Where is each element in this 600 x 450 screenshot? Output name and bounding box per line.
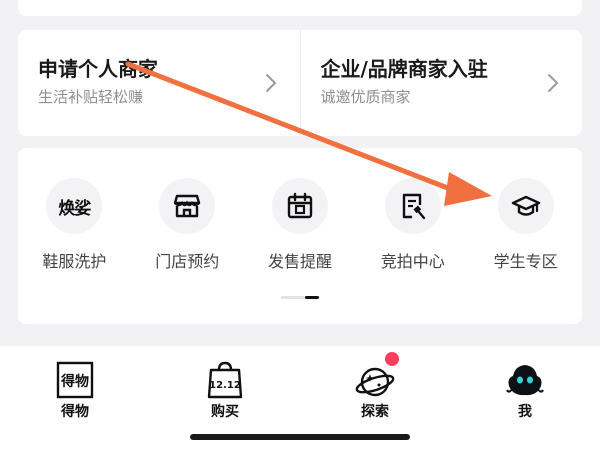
tab-buy[interactable]: 12.12 购买: [185, 360, 265, 421]
planet-icon: [355, 367, 395, 397]
notification-badge: [385, 352, 399, 366]
service-release-reminder[interactable]: 发售提醒: [244, 178, 357, 272]
service-student-zone[interactable]: 学生专区: [469, 178, 582, 272]
tab-label: 探索: [361, 404, 389, 420]
tab-me[interactable]: 我: [485, 360, 565, 421]
merchant-entry-card: 申请个人商家 生活补贴轻松赚 企业/品牌商家入驻 诚邀优质商家: [18, 30, 582, 136]
chevron-right-icon: [265, 74, 276, 92]
enterprise-merchant-subtitle: 诚邀优质商家: [320, 88, 411, 106]
graduation-cap-icon: [511, 195, 540, 216]
personal-merchant-subtitle: 生活补贴轻松赚: [38, 88, 144, 106]
huanxin-logo-text: 焕娑: [58, 198, 91, 219]
service-auction-center[interactable]: 竞拍中心: [356, 178, 469, 272]
huanxin-text-icon: 焕娑: [46, 178, 103, 234]
page-indicator: [281, 296, 319, 299]
avatar-icon: [506, 365, 544, 396]
promo-date-text: 12.12: [209, 380, 241, 391]
dewu-logo-text: 得物: [60, 373, 89, 390]
apply-personal-merchant[interactable]: 申请个人商家 生活补贴轻松赚: [18, 30, 300, 136]
service-label: 鞋服洗护: [42, 252, 107, 271]
service-shoe-care[interactable]: 焕娑 鞋服洗护: [18, 178, 131, 272]
page-indicator-active: [305, 296, 319, 299]
service-label: 竞拍中心: [380, 252, 445, 271]
storefront-icon: [173, 194, 201, 218]
personal-merchant-title: 申请个人商家: [38, 57, 158, 81]
tab-label: 得物: [61, 404, 89, 420]
auction-icon: [402, 193, 425, 220]
previous-card: [18, 0, 582, 16]
services-card: 焕娑 鞋服洗护 门店预约 发售提醒 竞拍中心 学生专区: [18, 148, 582, 324]
service-store-booking[interactable]: 门店预约: [131, 178, 244, 272]
enterprise-merchant-join[interactable]: 企业/品牌商家入驻 诚邀优质商家: [299, 30, 583, 136]
tab-dewu[interactable]: 得物 得物: [35, 360, 115, 421]
tab-label: 我: [518, 404, 532, 420]
service-label: 发售提醒: [267, 252, 332, 271]
service-label: 学生专区: [493, 252, 558, 271]
tab-label: 购买: [211, 404, 239, 420]
calendar-icon: [287, 192, 313, 219]
shopping-bag-icon: 12.12: [207, 361, 243, 399]
tab-explore[interactable]: 探索: [335, 352, 415, 421]
service-label: 门店预约: [155, 252, 220, 271]
dewu-logo-icon: 得物: [56, 361, 94, 399]
enterprise-merchant-title: 企业/品牌商家入驻: [320, 57, 488, 81]
home-indicator: [190, 434, 410, 440]
chevron-right-icon: [548, 74, 559, 92]
